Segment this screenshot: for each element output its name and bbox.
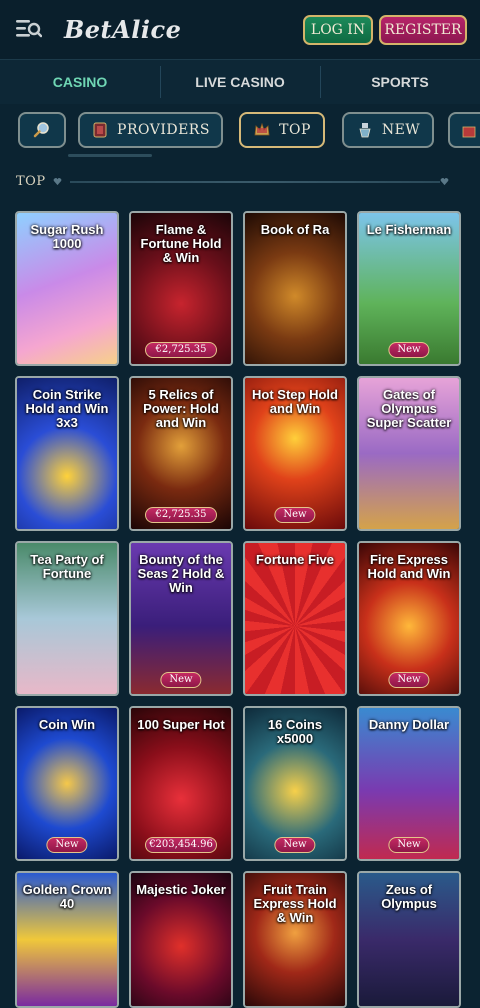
new-label: NEW <box>381 122 421 138</box>
game-title: Fortune Five <box>255 552 334 567</box>
new-badge: New <box>160 672 202 688</box>
game-title: Zeus of Olympus <box>381 882 437 911</box>
section-header: TOP <box>16 172 464 192</box>
game-tile[interactable]: 100 Super Hot €203,454.96 <box>129 706 233 861</box>
new-badge: New <box>46 837 88 853</box>
game-title: Sugar Rush 1000 <box>30 222 104 251</box>
game-tile[interactable]: Coin Strike Hold and Win 3x3 <box>15 376 119 531</box>
game-tile[interactable]: Golden Crown 40 <box>15 871 119 1008</box>
login-button[interactable]: LOG IN <box>303 15 373 45</box>
game-tile[interactable]: Zeus of Olympus <box>357 871 461 1008</box>
header: BetAlice LOG IN REGISTER <box>0 0 480 60</box>
game-title: 100 Super Hot <box>137 717 225 732</box>
new-badge: New <box>388 342 430 358</box>
top-navigation: CASINO LIVE CASINO SPORTS <box>0 60 480 104</box>
game-tile[interactable]: Hot Step Hold and Win New <box>243 376 347 531</box>
tab-casino[interactable]: CASINO <box>0 60 160 104</box>
heart-ornament-icon <box>440 178 449 186</box>
game-title: Fruit Train Express Hold & Win <box>253 882 337 925</box>
category-filters: PROVIDERS TOP NEW <box>0 104 480 162</box>
game-title: Tea Party of Fortune <box>30 552 104 581</box>
game-tile[interactable]: Danny Dollar New <box>357 706 461 861</box>
new-badge: New <box>388 672 430 688</box>
section-divider <box>70 181 440 183</box>
jackpot-badge: €2,725.35 <box>145 342 217 358</box>
menu-search-icon[interactable] <box>16 18 42 40</box>
game-title: Book of Ra <box>260 222 330 237</box>
game-tile[interactable]: Fortune Five <box>243 541 347 696</box>
top-chip[interactable]: TOP <box>239 112 325 148</box>
search-icon <box>33 122 49 138</box>
game-title: Coin Win <box>38 717 96 732</box>
game-tile[interactable]: 16 Coins x5000 New <box>243 706 347 861</box>
game-title: Bounty of the Seas 2 Hold & Win <box>137 552 225 595</box>
potion-icon <box>359 123 371 138</box>
game-tile[interactable]: Gates of Olympus Super Scatter <box>357 376 461 531</box>
game-tile[interactable]: Tea Party of Fortune <box>15 541 119 696</box>
game-tile[interactable]: Sugar Rush 1000 <box>15 211 119 366</box>
tab-sports[interactable]: SPORTS <box>320 60 480 104</box>
chip-scrollbar[interactable] <box>68 154 152 157</box>
register-button[interactable]: REGISTER <box>379 15 467 45</box>
game-tile[interactable]: Bounty of the Seas 2 Hold & Win New <box>129 541 233 696</box>
top-label: TOP <box>279 122 311 138</box>
providers-label: PROVIDERS <box>117 122 210 138</box>
game-title: Le Fisherman <box>366 222 452 237</box>
game-tile[interactable]: Coin Win New <box>15 706 119 861</box>
new-chip[interactable]: NEW <box>342 112 434 148</box>
game-tile[interactable]: Book of Ra <box>243 211 347 366</box>
game-title: 5 Relics of Power: Hold and Win <box>143 387 219 430</box>
crown-icon <box>254 122 270 136</box>
game-tile[interactable]: Fire Express Hold and Win New <box>357 541 461 696</box>
game-title: Gates of Olympus Super Scatter <box>366 387 452 430</box>
game-tile[interactable]: Majestic Joker <box>129 871 233 1008</box>
game-title: Coin Strike Hold and Win 3x3 <box>25 387 109 430</box>
game-tile[interactable]: Flame & Fortune Hold & Win €2,725.35 <box>129 211 233 366</box>
section-title: TOP <box>16 174 46 189</box>
search-chip[interactable] <box>18 112 66 148</box>
game-title: Golden Crown 40 <box>22 882 112 911</box>
providers-icon <box>93 122 107 138</box>
game-title: Hot Step Hold and Win <box>252 387 338 416</box>
new-badge: New <box>388 837 430 853</box>
game-title: Fire Express Hold and Win <box>367 552 451 581</box>
providers-chip[interactable]: PROVIDERS <box>78 112 223 148</box>
game-title: Majestic Joker <box>136 882 226 897</box>
game-title: 16 Coins x5000 <box>267 717 323 746</box>
gift-icon <box>462 126 476 138</box>
new-badge: New <box>274 507 316 523</box>
more-chip[interactable] <box>448 112 480 148</box>
new-badge: New <box>274 837 316 853</box>
jackpot-badge: €2,725.35 <box>145 507 217 523</box>
game-tile[interactable]: 5 Relics of Power: Hold and Win €2,725.35 <box>129 376 233 531</box>
jackpot-badge: €203,454.96 <box>145 837 217 853</box>
logo[interactable]: BetAlice <box>64 14 181 46</box>
game-title: Flame & Fortune Hold & Win <box>140 222 222 265</box>
game-tile[interactable]: Le Fisherman New <box>357 211 461 366</box>
tab-live-casino[interactable]: LIVE CASINO <box>160 60 320 104</box>
game-tile[interactable]: Fruit Train Express Hold & Win <box>243 871 347 1008</box>
heart-ornament-icon <box>53 178 62 186</box>
game-title: Danny Dollar <box>368 717 450 732</box>
